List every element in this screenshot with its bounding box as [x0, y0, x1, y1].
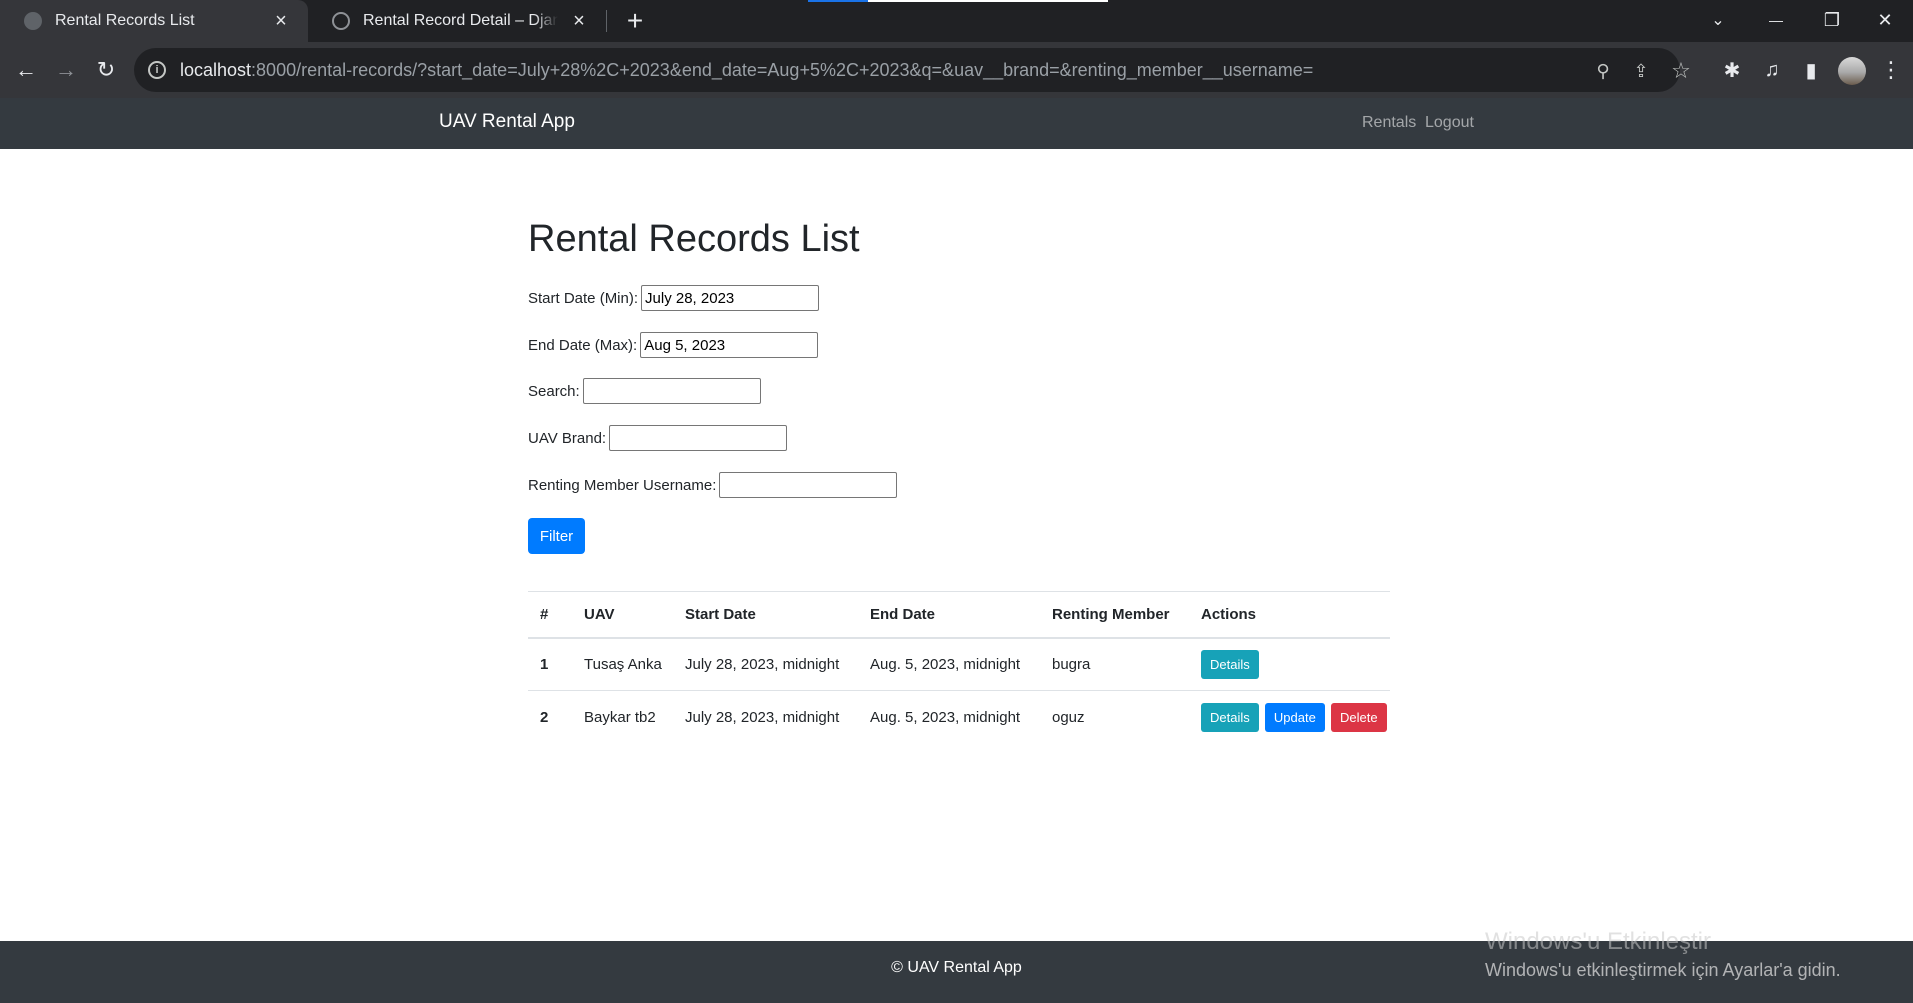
row-start-date: July 28, 2023, midnight [673, 637, 858, 691]
site-info-icon[interactable]: i [148, 61, 166, 79]
row-number: 1 [528, 637, 572, 691]
tab-title: Rental Records List [55, 12, 195, 29]
row-actions: Details Update Delete [1189, 690, 1390, 744]
row-uav: Baykar tb2 [572, 690, 673, 744]
tab-search-icon[interactable]: ⌄ [1690, 0, 1746, 40]
window-close-icon[interactable]: ✕ [1857, 0, 1913, 40]
app-navbar: UAV Rental App Rentals Logout [0, 98, 1913, 149]
tab-favicon-icon [24, 12, 42, 30]
table-row: 2 Baykar tb2 July 28, 2023, midnight Aug… [528, 690, 1390, 744]
table-header-row: # UAV Start Date End Date Renting Member… [528, 591, 1390, 639]
minimize-icon[interactable]: — [1748, 0, 1804, 40]
row-end-date: Aug. 5, 2023, midnight [858, 637, 1040, 691]
browser-tabstrip: Rental Records List × Rental Record Deta… [0, 0, 1913, 42]
table-row: 1 Tusaş Anka July 28, 2023, midnight Aug… [528, 637, 1390, 691]
rental-records-table: # UAV Start Date End Date Renting Member… [528, 591, 1390, 744]
row-end-date: Aug. 5, 2023, midnight [858, 690, 1040, 744]
renting-member-input[interactable] [719, 472, 898, 498]
watermark-subtitle: Windows'u etkinleştirmek için Ayarlar'a … [1485, 960, 1841, 980]
header-renting-member: Renting Member [1040, 591, 1189, 639]
renting-member-row: Renting Member Username: [528, 472, 898, 498]
row-renting-member: oguz [1040, 690, 1189, 744]
uav-brand-label: UAV Brand: [528, 429, 607, 447]
search-input[interactable] [582, 378, 761, 404]
extensions-icon[interactable]: ✱ [1718, 56, 1746, 84]
restore-icon[interactable]: ❐ [1804, 0, 1860, 40]
tab-title: Rental Record Detail – Django REST frame… [363, 12, 558, 29]
end-date-row: End Date (Max): [528, 332, 819, 358]
tab-close-icon[interactable]: × [566, 8, 592, 34]
bookmark-star-icon[interactable]: ☆ [1668, 58, 1694, 84]
nav-link-logout[interactable]: Logout [1425, 114, 1474, 132]
new-tab-icon[interactable]: + [618, 5, 652, 36]
end-date-input[interactable] [640, 332, 819, 358]
tab-rental-records-list[interactable]: Rental Records List × [0, 0, 308, 42]
header-number: # [528, 591, 572, 639]
search-row: Search: [528, 378, 761, 404]
renting-member-label: Renting Member Username: [528, 476, 717, 494]
forward-icon[interactable]: → [48, 52, 84, 88]
start-date-label: Start Date (Min): [528, 289, 639, 307]
search-label: Search: [528, 382, 580, 400]
row-uav: Tusaş Anka [572, 637, 673, 691]
address-bar[interactable]: i localhost:8000/rental-records/?start_d… [134, 48, 1691, 92]
uav-brand-input[interactable] [609, 425, 788, 451]
windows-activation-watermark: Windows'u Etkinleştir Windows'u etkinleş… [1485, 928, 1841, 981]
tabstrip-accent [808, 0, 868, 2]
update-button[interactable]: Update [1264, 702, 1325, 732]
url-host: localhost [180, 59, 252, 80]
start-date-row: Start Date (Min): [528, 285, 820, 311]
tabstrip-accent-light [868, 0, 1108, 2]
reload-icon[interactable]: ↻ [88, 52, 124, 88]
zoom-icon[interactable]: ⚲ [1590, 58, 1616, 84]
share-icon[interactable]: ⇪ [1628, 58, 1654, 84]
back-icon[interactable]: ← [8, 52, 44, 88]
end-date-label: End Date (Max): [528, 336, 638, 354]
row-number: 2 [528, 690, 572, 744]
tab-separator [606, 10, 607, 32]
delete-button[interactable]: Delete [1331, 702, 1387, 732]
header-actions: Actions [1189, 591, 1390, 639]
details-button[interactable]: Details [1201, 649, 1259, 679]
profile-avatar[interactable] [1838, 57, 1866, 85]
row-renting-member: bugra [1040, 637, 1189, 691]
side-panel-icon[interactable]: ▮ [1797, 56, 1825, 84]
page-title: Rental Records List [528, 218, 860, 260]
url-path: :8000/rental-records/?start_date=July+28… [251, 59, 1314, 80]
watermark-title: Windows'u Etkinleştir [1485, 928, 1711, 955]
media-control-icon[interactable]: ♫ [1758, 56, 1786, 84]
row-actions: Details [1189, 637, 1390, 691]
header-end-date: End Date [858, 591, 1040, 639]
tab-rental-record-detail[interactable]: Rental Record Detail – Django REST frame… [308, 0, 606, 42]
uav-brand-row: UAV Brand: [528, 425, 788, 451]
globe-icon [332, 12, 350, 30]
tab-close-icon[interactable]: × [268, 8, 294, 34]
filter-button[interactable]: Filter [528, 518, 585, 554]
row-start-date: July 28, 2023, midnight [673, 690, 858, 744]
nav-link-rentals[interactable]: Rentals [1362, 114, 1416, 132]
header-uav: UAV [572, 591, 673, 639]
navbar-brand[interactable]: UAV Rental App [439, 111, 575, 133]
browser-menu-icon[interactable]: ⋮ [1877, 56, 1905, 84]
details-button[interactable]: Details [1201, 702, 1259, 732]
start-date-input[interactable] [641, 285, 820, 311]
header-start-date: Start Date [673, 591, 858, 639]
browser-toolbar: ← → ↻ i localhost:8000/rental-records/?s… [0, 42, 1913, 98]
url-text[interactable]: localhost:8000/rental-records/?start_dat… [180, 60, 1313, 81]
